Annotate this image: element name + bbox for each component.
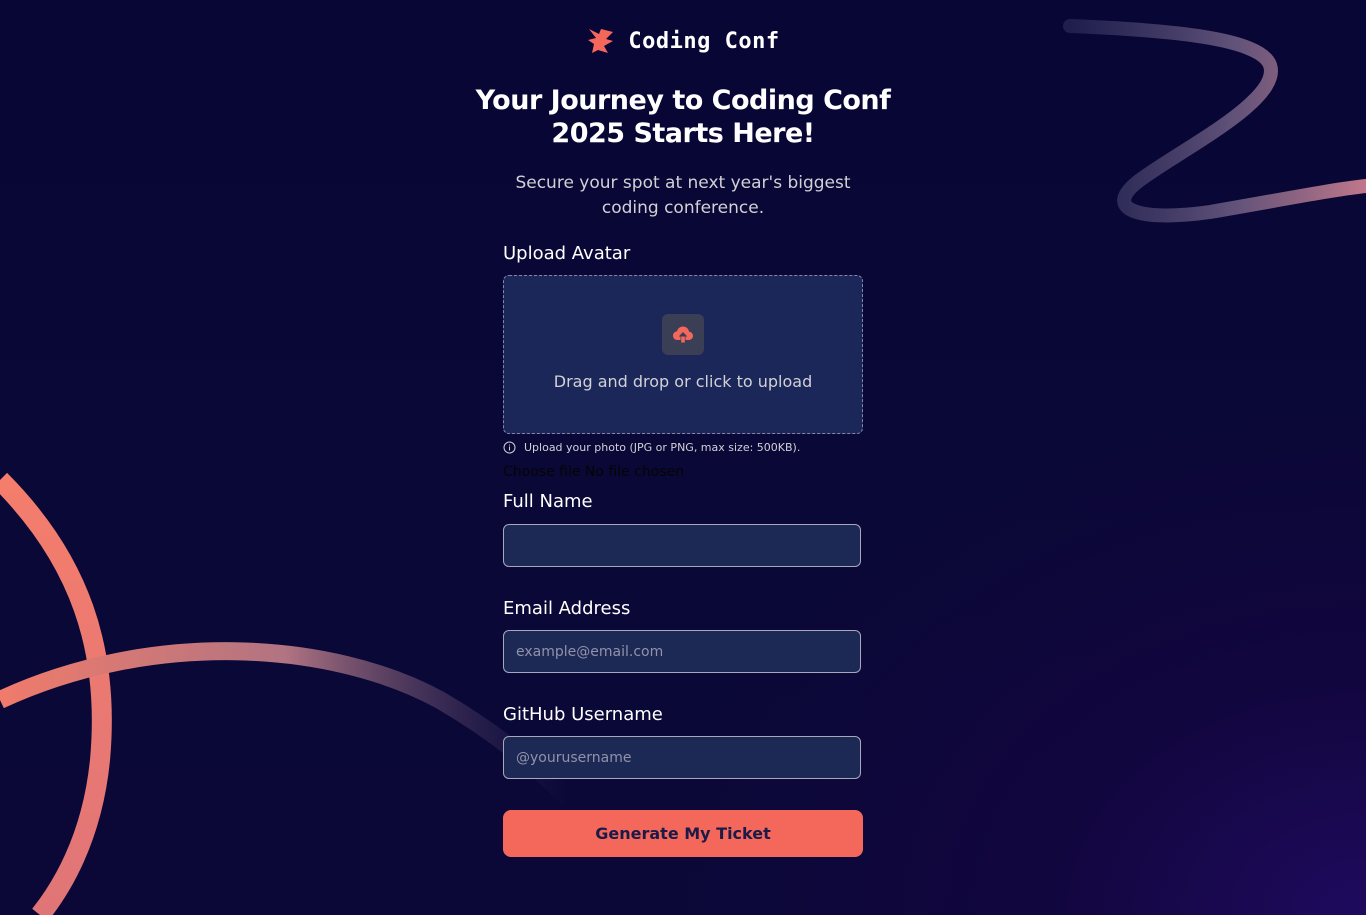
subtitle-line-1: Secure your spot at next year's biggest [515, 173, 851, 193]
email-input[interactable] [503, 630, 861, 673]
avatar-dropzone[interactable]: Drag and drop or click to upload [503, 275, 863, 434]
github-label: GitHub Username [503, 704, 663, 725]
upload-hint: Upload your photo (JPG or PNG, max size:… [503, 441, 800, 454]
dropzone-text: Drag and drop or click to upload [553, 372, 813, 391]
generate-ticket-button[interactable]: Generate My Ticket [503, 810, 863, 857]
avatar-label: Upload Avatar [503, 243, 631, 264]
title-line-1: Your Journey to Coding Conf [475, 85, 891, 116]
left-arc-decoration [0, 472, 112, 915]
upload-icon-container [662, 314, 704, 355]
logo-icon [588, 29, 614, 53]
full-name-input[interactable] [503, 524, 861, 567]
page-title: Your Journey to Coding Conf 2025 Starts … [433, 84, 933, 150]
sweep-arc-decoration [0, 642, 577, 807]
brand-name: Coding Conf [628, 28, 780, 54]
file-input[interactable]: Choose file No file chosen [503, 464, 684, 480]
full-name-label: Full Name [503, 491, 593, 512]
upload-hint-text: Upload your photo (JPG or PNG, max size:… [524, 441, 801, 454]
title-line-2: 2025 Starts Here! [551, 118, 815, 149]
info-icon [503, 441, 516, 454]
cloud-upload-icon [673, 326, 693, 342]
email-label: Email Address [503, 598, 631, 619]
brand-logo: Coding Conf [0, 26, 1366, 56]
github-username-input[interactable] [503, 736, 861, 779]
page-subtitle: Secure your spot at next year's biggest … [503, 171, 863, 221]
subtitle-line-2: coding conference. [601, 198, 765, 218]
